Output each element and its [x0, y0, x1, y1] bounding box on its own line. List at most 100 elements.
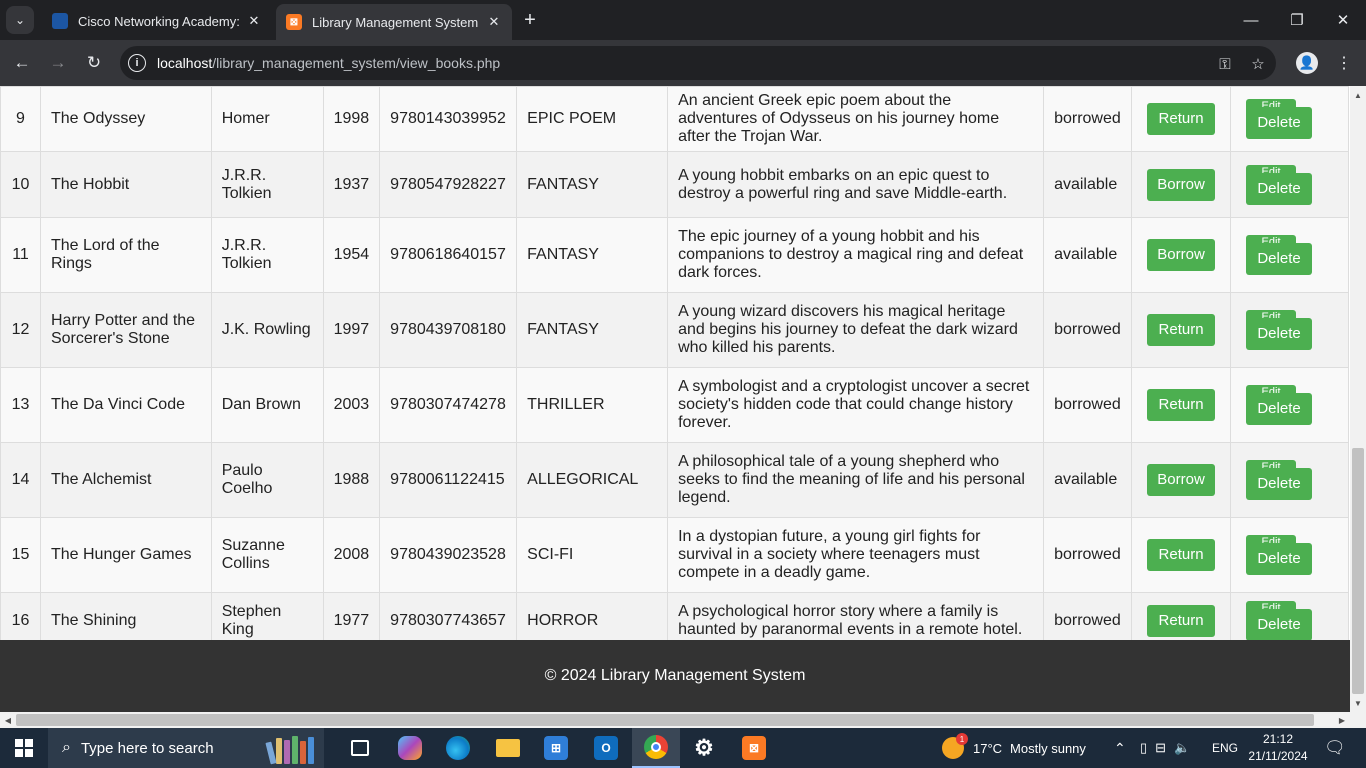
- close-icon[interactable]: ✕: [244, 11, 264, 31]
- close-window-button[interactable]: ✕: [1320, 0, 1366, 40]
- address-bar[interactable]: i localhost/library_management_system/vi…: [120, 46, 1276, 80]
- tab-search-button[interactable]: ⌄: [6, 6, 34, 34]
- horizontal-scrollbar[interactable]: ◀ ▶: [0, 712, 1366, 728]
- start-button[interactable]: [0, 728, 48, 768]
- return-button[interactable]: Return: [1147, 389, 1216, 421]
- network-icon[interactable]: ⊟: [1155, 740, 1166, 756]
- windows-logo-icon: [15, 739, 33, 757]
- borrow-button[interactable]: Borrow: [1147, 168, 1216, 201]
- delete-button[interactable]: Delete: [1246, 468, 1313, 500]
- forward-button[interactable]: →: [44, 49, 72, 77]
- book-status-cell: borrowed: [1043, 86, 1133, 152]
- book-id-cell: 11: [0, 217, 41, 293]
- clock-date: 21/11/2024: [1248, 749, 1308, 763]
- store-app[interactable]: ⊞: [532, 728, 580, 768]
- book-genre-cell: EPIC POEM: [516, 86, 669, 152]
- weather-widget[interactable]: 1 17°C Mostly sunny: [942, 728, 1086, 768]
- bookmark-star-icon[interactable]: ☆: [1248, 54, 1268, 74]
- book-action-cell: Borrow: [1131, 217, 1232, 293]
- book-id-cell: 13: [0, 367, 41, 443]
- book-manage-cell: Edit Delete: [1230, 86, 1349, 152]
- delete-button[interactable]: Delete: [1246, 609, 1313, 641]
- copilot-app[interactable]: [386, 728, 434, 768]
- settings-app[interactable]: ⚙: [680, 728, 728, 768]
- tray-icons: ▯ ⊟ 🔈: [1140, 728, 1190, 768]
- language-indicator[interactable]: ENG: [1212, 728, 1238, 768]
- book-title-cell: The Lord of the Rings: [39, 217, 212, 293]
- menu-kebab-icon[interactable]: ⋮: [1330, 49, 1358, 77]
- scroll-right-icon[interactable]: ▶: [1334, 712, 1350, 728]
- book-isbn-cell: 9780143039952: [379, 86, 518, 152]
- scroll-up-icon[interactable]: ▲: [1350, 88, 1366, 102]
- scroll-down-icon[interactable]: ▼: [1350, 696, 1366, 710]
- browser-toolbar: ← → ↻ i localhost/library_management_sys…: [0, 40, 1366, 86]
- book-description-cell: A young wizard discovers his magical her…: [667, 292, 1045, 368]
- book-isbn-cell: 9780307474278: [379, 367, 518, 443]
- book-description-cell: An ancient Greek epic poem about the adv…: [667, 86, 1045, 152]
- book-author-cell: J.R.R. Tolkien: [210, 151, 324, 218]
- book-author-cell: Dan Brown: [210, 367, 324, 443]
- weather-sun-icon: 1: [942, 733, 968, 759]
- task-view-icon: [351, 740, 369, 756]
- scroll-left-icon[interactable]: ◀: [0, 712, 16, 728]
- back-button[interactable]: ←: [8, 49, 36, 77]
- vertical-scrollbar[interactable]: ▲ ▼: [1350, 86, 1366, 712]
- gear-icon: ⚙: [694, 735, 714, 760]
- tab-title: Library Management System: [312, 14, 479, 30]
- url-text[interactable]: localhost/library_management_system/view…: [157, 55, 500, 71]
- book-action-cell: Borrow: [1131, 151, 1232, 218]
- volume-icon[interactable]: 🔈: [1174, 740, 1190, 756]
- profile-avatar-icon[interactable]: 👤: [1296, 52, 1318, 74]
- book-description-cell: The epic journey of a young hobbit and h…: [667, 217, 1045, 293]
- book-isbn-cell: 9780439708180: [379, 292, 518, 368]
- books-table-body: 9 The Odyssey Homer 1998 9780143039952 EPIC P…: [0, 86, 1349, 650]
- reload-button[interactable]: ↻: [80, 49, 108, 77]
- return-button[interactable]: Return: [1147, 539, 1216, 571]
- restore-button[interactable]: ❐: [1274, 0, 1320, 40]
- show-hidden-icons-button[interactable]: ⌃: [1114, 728, 1126, 768]
- notification-icon: 🗨: [1324, 738, 1346, 757]
- chrome-app[interactable]: [632, 728, 680, 768]
- delete-button[interactable]: Delete: [1246, 543, 1313, 575]
- edge-app[interactable]: [434, 728, 482, 768]
- book-description-cell: A symbologist and a cryptologist uncover…: [667, 367, 1045, 443]
- site-info-icon[interactable]: i: [128, 54, 146, 72]
- return-button[interactable]: Return: [1147, 605, 1216, 637]
- return-button[interactable]: Return: [1147, 314, 1216, 346]
- task-view-button[interactable]: [336, 728, 384, 768]
- xampp-favicon-icon: ⊠: [286, 14, 302, 30]
- delete-button[interactable]: Delete: [1246, 172, 1313, 205]
- delete-button[interactable]: Delete: [1246, 393, 1313, 425]
- delete-button[interactable]: Delete: [1246, 243, 1313, 275]
- outlook-app[interactable]: O: [582, 728, 630, 768]
- password-key-icon[interactable]: ⚿: [1215, 54, 1235, 74]
- vertical-scroll-thumb[interactable]: [1352, 448, 1364, 694]
- new-tab-button[interactable]: +: [518, 8, 542, 32]
- book-manage-cell: Edit Delete: [1230, 367, 1349, 443]
- xampp-app[interactable]: ⊠: [730, 728, 778, 768]
- close-icon[interactable]: ✕: [484, 12, 504, 32]
- delete-button[interactable]: Delete: [1246, 318, 1313, 350]
- tab-cisco[interactable]: Cisco Networking Academy: Le ✕: [42, 4, 272, 38]
- file-explorer-app[interactable]: [484, 728, 532, 768]
- delete-button[interactable]: Delete: [1246, 107, 1313, 139]
- borrow-button[interactable]: Borrow: [1147, 239, 1216, 271]
- close-icon: ✕: [1336, 12, 1350, 29]
- minimize-button[interactable]: —: [1228, 0, 1274, 40]
- borrow-button[interactable]: Borrow: [1147, 464, 1216, 496]
- book-manage-cell: Edit Delete: [1230, 151, 1349, 218]
- horizontal-scroll-thumb[interactable]: [16, 714, 1314, 726]
- taskbar-clock[interactable]: 21:12 21/11/2024: [1246, 731, 1310, 765]
- arrow-right-icon: →: [49, 53, 67, 72]
- book-action-cell: Return: [1131, 86, 1232, 152]
- book-description-cell: A philosophical tale of a young shepherd…: [667, 442, 1045, 518]
- tab-library[interactable]: ⊠ Library Management System ✕: [276, 4, 512, 40]
- notifications-button[interactable]: 🗨: [1324, 728, 1346, 768]
- table-row: 15 The Hunger Games Suzanne Collins 2008 978…: [0, 517, 1349, 593]
- copilot-icon: [398, 736, 422, 760]
- taskbar-search-box[interactable]: ⌕ Type here to search: [48, 728, 324, 768]
- restore-icon: ❐: [1290, 12, 1304, 29]
- search-placeholder: Type here to search: [80, 739, 214, 757]
- meet-now-icon[interactable]: ▯: [1140, 740, 1147, 756]
- return-button[interactable]: Return: [1147, 103, 1216, 135]
